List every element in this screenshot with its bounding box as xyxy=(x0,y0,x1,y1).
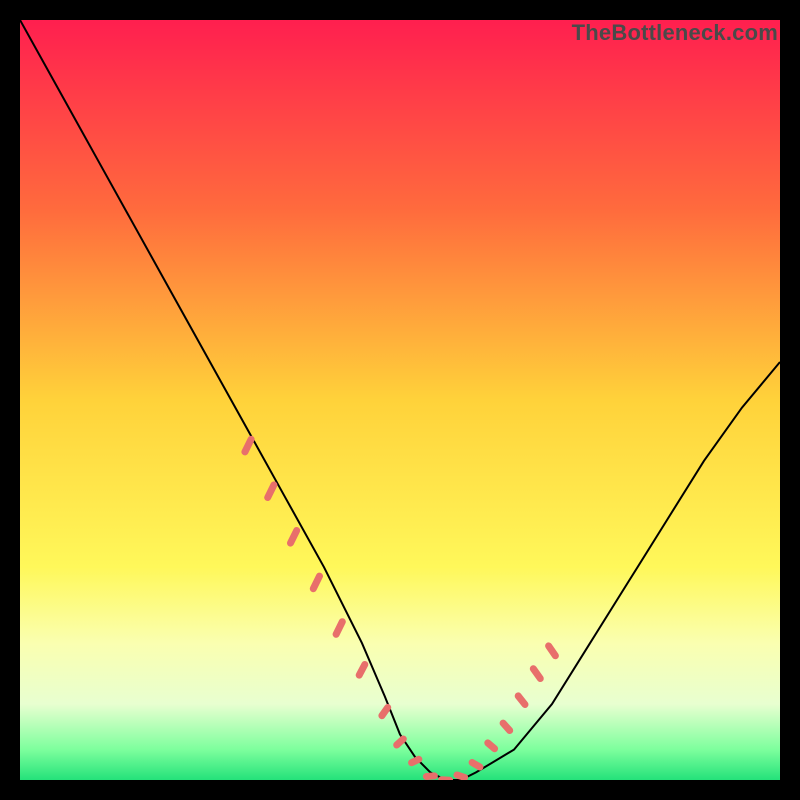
highlight-dash xyxy=(488,743,495,749)
highlight-dash xyxy=(426,776,434,777)
chart-frame: TheBottleneck.com xyxy=(20,20,780,780)
bottleneck-chart xyxy=(20,20,780,780)
watermark-text: TheBottleneck.com xyxy=(572,20,778,46)
highlight-dash xyxy=(382,708,388,716)
highlight-dash xyxy=(457,775,465,777)
gradient-background xyxy=(20,20,780,780)
highlight-dash xyxy=(359,665,365,676)
highlight-dash xyxy=(472,763,480,768)
highlight-dash xyxy=(412,759,419,762)
highlight-dash xyxy=(397,739,404,745)
highlight-dash xyxy=(503,723,510,730)
